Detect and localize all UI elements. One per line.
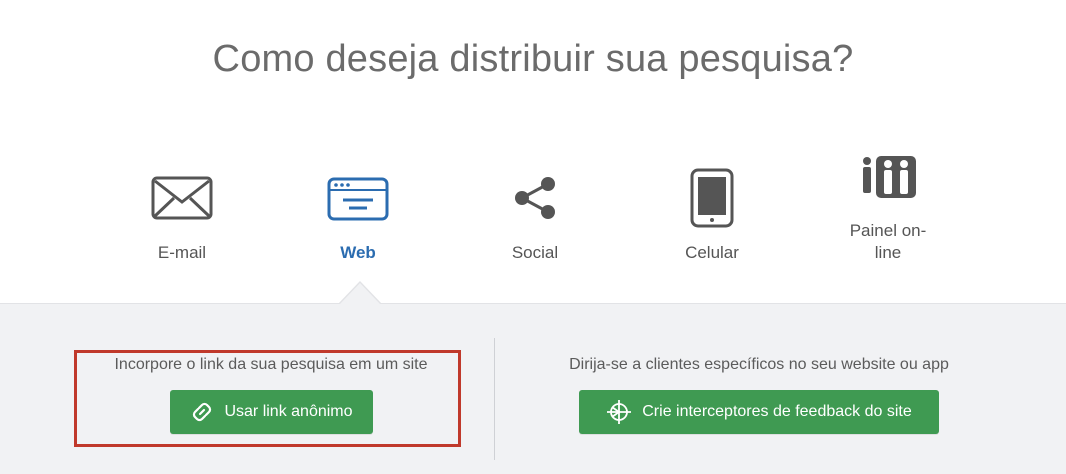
browser-window-icon [327, 177, 389, 226]
embed-link-description: Incorpore o link da sua pesquisa em um s… [114, 356, 428, 373]
option-online-panel[interactable]: Painel on- line [818, 150, 958, 270]
option-online-panel-label-line1: Painel on- [849, 221, 927, 240]
crosshair-icon [606, 399, 632, 425]
option-email[interactable]: E-mail [112, 150, 252, 270]
link-icon [190, 400, 214, 424]
option-social-label: Social [511, 243, 559, 262]
option-mobile-label: Celular [685, 243, 739, 262]
option-email-label: E-mail [157, 243, 207, 262]
site-intercept-button[interactable]: Crie interceptores de feedback do site [579, 390, 939, 434]
option-mobile[interactable]: Celular [642, 150, 782, 270]
phone-icon [690, 168, 734, 233]
option-web-label: Web [340, 243, 376, 262]
option-social[interactable]: Social [465, 150, 605, 270]
distribution-detail-panel [0, 303, 1066, 474]
envelope-icon [151, 176, 213, 225]
section-divider [494, 338, 495, 460]
option-online-panel-label-line2: line [874, 243, 902, 262]
option-web[interactable]: Web [288, 150, 428, 270]
anonymous-link-button-label: Usar link anônimo [224, 403, 353, 420]
site-intercept-button-label: Crie interceptores de feedback do site [642, 403, 912, 420]
anonymous-link-button[interactable]: Usar link anônimo [170, 390, 373, 434]
intercept-description: Dirija-se a clientes específicos no seu … [569, 356, 949, 373]
page-title: Como deseja distribuir sua pesquisa? [212, 38, 854, 80]
distribution-options: E-mail Web Social Celular Painel on- lin… [0, 150, 1066, 305]
share-icon [511, 174, 559, 227]
people-panel-icon [858, 154, 918, 205]
